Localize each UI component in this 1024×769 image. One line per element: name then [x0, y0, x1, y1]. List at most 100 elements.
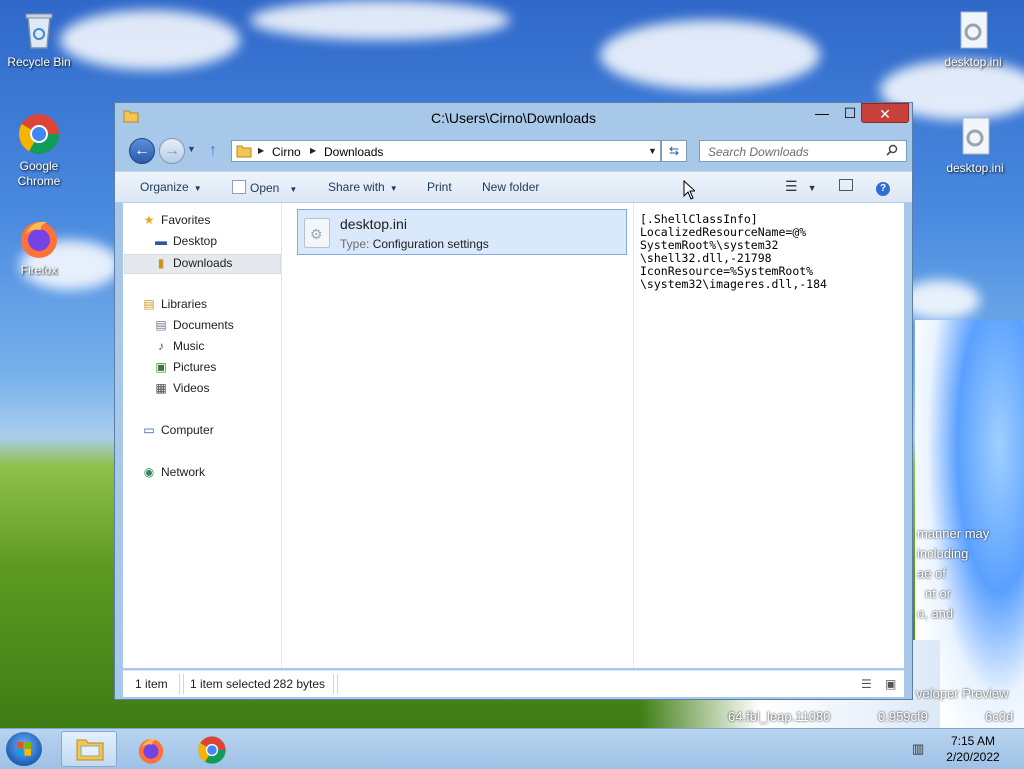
address-dropdown[interactable]: ▼ [648, 146, 657, 156]
file-type-value: Configuration settings [372, 237, 489, 251]
file-item-desktop-ini[interactable]: ⚙ desktop.ini Type: Configuration settin… [297, 209, 627, 255]
file-type: Type: Configuration settings [340, 237, 489, 251]
config-file-icon: ⚙ [304, 218, 330, 248]
breadcrumb-separator-icon[interactable]: ▶ [258, 146, 264, 155]
open-label: Open [250, 181, 280, 195]
documents-icon: ▤ [155, 318, 167, 332]
large-icons-view-button[interactable]: ▣ [885, 677, 896, 691]
chrome-icon [17, 112, 61, 156]
help-button[interactable]: ? [876, 178, 890, 196]
nav-pictures[interactable]: ▣ Pictures [153, 360, 216, 378]
address-bar[interactable]: ▶ Cirno ▶ Downloads ▼ [231, 140, 661, 162]
mouse-cursor-icon [683, 179, 697, 203]
chevron-down-icon: ▼ [289, 185, 298, 194]
chevron-down-icon: ▼ [389, 184, 398, 193]
desktop-icon-label: Google Chrome [17, 159, 61, 188]
minimize-button[interactable]: — [812, 103, 832, 123]
desktop-icon-google-chrome[interactable]: Google Chrome [4, 112, 74, 189]
taskbar: ▥ 7:15 AM 2/20/2022 [0, 728, 1024, 769]
file-name: desktop.ini [340, 216, 407, 232]
desktop-icon-firefox[interactable]: Firefox [4, 216, 74, 278]
gear-icon: ⚙ [310, 226, 323, 242]
view-options-button[interactable]: ☰ ▼ [785, 178, 816, 195]
forward-button[interactable]: → [159, 138, 185, 164]
nav-videos[interactable]: ▦ Videos [153, 381, 209, 399]
wallpaper-text: 64.fbl_leap.11080 [728, 709, 831, 724]
nav-documents[interactable]: ▤ Documents [153, 318, 234, 336]
file-explorer-icon [76, 739, 104, 761]
tray-network-icon[interactable]: ▥ [912, 741, 924, 757]
taskbar-firefox[interactable] [123, 731, 179, 767]
organize-button[interactable]: Organize ▼ [140, 180, 202, 194]
cloud [600, 20, 820, 90]
new-folder-button[interactable]: New folder [482, 180, 539, 194]
nav-downloads[interactable]: ▮ Downloads [124, 254, 281, 274]
cloud [60, 10, 240, 70]
maximize-button[interactable]: ☐ [839, 103, 861, 123]
preview-pane-button[interactable] [839, 178, 853, 194]
wallpaper-text: including [917, 546, 969, 561]
desktop-icon-desktop-ini[interactable]: desktop.ini [938, 8, 1008, 70]
preview-pane: [.ShellClassInfo] LocalizedResourceName=… [633, 203, 905, 668]
window-title: C:\Users\Cirno\Downloads [431, 110, 596, 126]
share-with-label: Share with [328, 180, 385, 194]
nav-network[interactable]: ◉ Network [141, 465, 205, 483]
wallpaper-text: 6c0d [985, 709, 1014, 724]
nav-desktop[interactable]: ▬ Desktop [153, 234, 217, 252]
title-bar[interactable]: C:\Users\Cirno\Downloads — ☐ ✕ [115, 103, 912, 131]
breadcrumb-separator-icon[interactable]: ▶ [310, 146, 316, 155]
nav-label: Music [173, 339, 205, 353]
open-button[interactable]: Open ▼ [232, 180, 297, 195]
desktop-icon-desktop-ini[interactable]: desktop.ini [940, 114, 1010, 176]
share-with-button[interactable]: Share with ▼ [328, 180, 398, 194]
wallpaper-text: ae of [917, 566, 946, 581]
nav-libraries[interactable]: ▤ Libraries [141, 297, 207, 315]
wallpaper-text: veloper Preview [916, 686, 1009, 701]
nav-label: Network [161, 465, 206, 479]
network-icon: ◉ [143, 465, 155, 479]
chrome-icon [198, 736, 226, 764]
videos-icon: ▦ [155, 381, 167, 395]
taskbar-chrome[interactable] [184, 731, 240, 767]
nav-label: Desktop [173, 234, 218, 248]
refresh-button[interactable]: ⇆ [661, 140, 687, 162]
nav-label: Libraries [161, 297, 208, 311]
document-icon [232, 180, 246, 194]
status-bar: 1 item 1 item selected 282 bytes ☰ ▣ [123, 670, 904, 697]
desktop-icon-label: Firefox [20, 263, 58, 277]
search-box[interactable]: Search Downloads [699, 140, 907, 162]
breadcrumb-cirno[interactable]: Cirno [272, 145, 301, 159]
desktop-icon-label: Recycle Bin [7, 55, 71, 69]
nav-label: Pictures [173, 360, 217, 374]
arrow-right-icon: → [164, 142, 180, 159]
desktop-icon-label: desktop.ini [946, 161, 1004, 175]
navigation-pane: ★ Favorites ▬ Desktop ▮ Downloads ▤ Librarie… [123, 203, 282, 668]
back-button[interactable]: ← [129, 138, 155, 164]
view-list-icon: ☰ [785, 178, 798, 194]
nav-favorites[interactable]: ★ Favorites [141, 213, 211, 231]
start-button[interactable] [6, 732, 42, 766]
details-view-button[interactable]: ☰ [861, 677, 872, 691]
breadcrumb-downloads[interactable]: Downloads [324, 145, 383, 159]
taskbar-file-explorer[interactable] [61, 731, 117, 767]
desktop-icon-label: desktop.ini [944, 55, 1002, 69]
desktop-icon-recycle-bin[interactable]: Recycle Bin [4, 8, 74, 70]
clock-date: 2/20/2022 [946, 750, 1000, 764]
status-divider [183, 674, 184, 694]
up-button[interactable]: ↑ [209, 142, 217, 160]
nav-computer[interactable]: ▭ Computer [141, 423, 214, 441]
print-button[interactable]: Print [427, 180, 452, 194]
computer-icon: ▭ [143, 423, 155, 437]
chevron-down-icon: ▼ [193, 184, 202, 193]
recycle-bin-icon [17, 8, 61, 52]
search-input[interactable]: Search Downloads [708, 145, 809, 159]
nav-label: Documents [173, 318, 234, 332]
recent-locations-dropdown[interactable]: ▼ [187, 144, 196, 154]
system-clock[interactable]: 7:15 AM 2/20/2022 [940, 733, 1006, 765]
refresh-icon: ⇆ [668, 144, 680, 158]
file-list: ⚙ desktop.ini Type: Configuration settin… [283, 203, 633, 668]
nav-label: Computer [161, 423, 214, 437]
cloud [250, 0, 510, 40]
close-button[interactable]: ✕ [861, 103, 909, 123]
nav-music[interactable]: ♪ Music [153, 339, 204, 357]
